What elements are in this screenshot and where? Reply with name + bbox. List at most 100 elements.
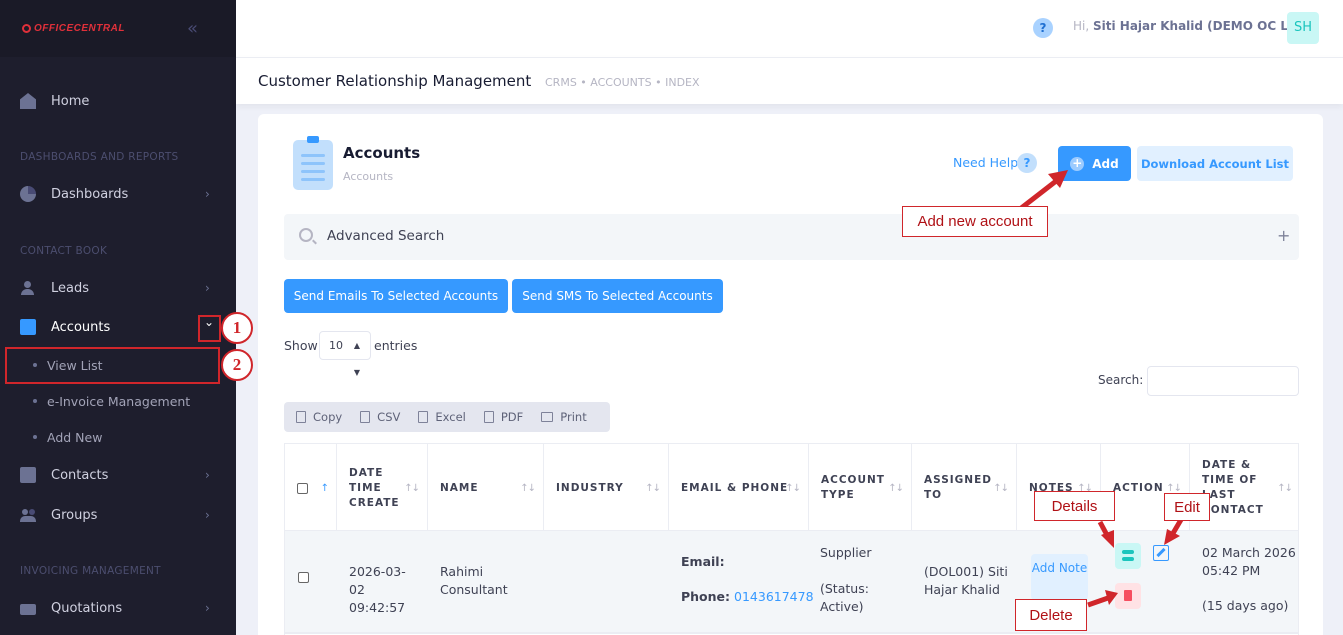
send-emails-button[interactable]: Send Emails To Selected Accounts <box>284 279 508 313</box>
sort-icon: ↑↓ <box>520 482 536 494</box>
sort-icon: ↑↓ <box>645 482 661 494</box>
header-industry[interactable]: INDUSTRY ↑↓ <box>544 444 669 532</box>
section-contact-heading: CONTACT BOOK <box>20 245 108 257</box>
group-icon <box>20 507 36 523</box>
sidebar-item-contacts[interactable]: Contacts › <box>0 457 236 493</box>
details-icon[interactable] <box>1115 543 1141 569</box>
sort-icon[interactable]: ↑ <box>321 481 329 496</box>
officecentral-logo[interactable]: OFFICECENTRAL <box>22 23 125 34</box>
file-icon <box>360 411 371 423</box>
send-sms-button[interactable]: Send SMS To Selected Accounts <box>512 279 723 313</box>
header-label: ACTION <box>1113 481 1164 494</box>
callout-text: Delete <box>1029 606 1073 624</box>
logo-text: OFFICECENTRAL <box>34 23 125 34</box>
phone-link[interactable]: 0143617478 <box>734 589 814 604</box>
sidebar-item-label: Contacts <box>51 467 109 483</box>
home-icon <box>20 93 36 109</box>
pdf-button[interactable]: PDF <box>483 410 523 424</box>
callout-text: Edit <box>1174 498 1200 516</box>
sort-icon: ↑↓ <box>993 482 1009 494</box>
sidebar-item-home[interactable]: Home <box>0 83 236 119</box>
user-greeting[interactable]: Hi, Siti Hajar Khalid (DEMO OC LITE) <box>1073 19 1314 33</box>
tool-label: Print <box>560 410 587 424</box>
header-label: ACCOUNT TYPE <box>821 474 885 501</box>
sidebar-item-leads[interactable]: Leads › <box>0 270 236 306</box>
need-help-link[interactable]: Need Help <box>953 155 1018 170</box>
sidebar-item-label: Home <box>51 93 90 109</box>
greeting-text: Hi, <box>1073 19 1090 33</box>
brand-bar: OFFICECENTRAL « <box>0 0 236 57</box>
bullet-icon <box>33 399 37 403</box>
pie-chart-icon <box>20 186 36 202</box>
section-dashboards-heading: DASHBOARDS AND REPORTS <box>20 151 179 163</box>
chevron-right-icon: › <box>205 281 210 295</box>
chevron-right-icon: › <box>205 468 210 482</box>
header-label: INDUSTRY <box>556 481 624 494</box>
header-label: DATE & TIME OF LAST CONTACT <box>1202 459 1264 516</box>
entries-label: entries <box>374 338 418 353</box>
header-email-phone[interactable]: EMAIL & PHONE ↑↓ <box>669 444 809 532</box>
search-label: Search: <box>1098 373 1144 387</box>
copy-icon <box>296 411 306 423</box>
sort-icon: ↑↓ <box>888 482 904 494</box>
row-phone: Phone: 0143617478 <box>681 588 814 606</box>
sort-icon: ↑↓ <box>785 482 801 494</box>
sidebar-subitem-label: Add New <box>47 429 103 445</box>
question-icon[interactable]: ? <box>1017 153 1037 173</box>
clipboard-icon <box>20 319 36 335</box>
excel-button[interactable]: Excel <box>418 410 466 424</box>
row-name: Rahimi Consultant <box>440 564 508 597</box>
callout-edit: Edit <box>1164 493 1210 521</box>
search-input[interactable] <box>1147 366 1299 396</box>
sidebar-subitem-add-new[interactable]: Add New <box>0 420 236 454</box>
tool-label: CSV <box>377 410 401 424</box>
add-note-button[interactable]: Add Note <box>1031 554 1088 600</box>
export-toolbar: Copy CSV Excel PDF Print <box>284 402 610 432</box>
download-account-list-button[interactable]: Download Account List <box>1137 146 1293 181</box>
chevron-right-icon: › <box>205 601 210 615</box>
select-all-checkbox[interactable] <box>297 482 308 494</box>
add-button[interactable]: + Add <box>1058 146 1131 181</box>
header-label: ASSIGNED TO <box>924 474 992 501</box>
delete-icon[interactable] <box>1115 583 1141 609</box>
row-checkbox[interactable] <box>298 572 309 583</box>
sort-icon: ↑↓ <box>1277 482 1293 494</box>
chevron-right-icon: › <box>205 508 210 522</box>
header-select-all[interactable]: ↑ <box>285 444 337 532</box>
row-email-label: Email: <box>681 554 725 569</box>
sidebar-subitem-einvoice[interactable]: e-Invoice Management <box>0 384 236 418</box>
money-icon <box>20 604 36 615</box>
sidebar-item-groups[interactable]: Groups › <box>0 497 236 533</box>
callout-details: Details <box>1034 491 1115 521</box>
card-subtitle: Accounts <box>343 170 394 183</box>
sidebar-item-label: Quotations <box>51 600 123 616</box>
edit-icon[interactable] <box>1153 545 1169 561</box>
table-row[interactable]: 2026-03-02 09:42:57 Rahimi Consultant Em… <box>284 531 1299 633</box>
header-date[interactable]: DATE TIME CREATE ↑↓ <box>337 444 428 532</box>
header-assigned-to[interactable]: ASSIGNED TO ↑↓ <box>912 444 1017 532</box>
sidebar-subitem-label: e-Invoice Management <box>47 393 191 409</box>
header-label: DATE TIME CREATE <box>349 466 400 509</box>
help-icon[interactable]: ? <box>1033 18 1053 38</box>
section-invoicing-heading: INVOICING MANAGEMENT <box>20 565 161 577</box>
copy-button[interactable]: Copy <box>296 410 342 424</box>
chevron-right-icon: › <box>205 187 210 201</box>
top-header: ? Hi, Siti Hajar Khalid (DEMO OC LITE) S… <box>236 0 1343 57</box>
callout-text: Add new account <box>917 213 1033 230</box>
advanced-search-toggle[interactable]: Advanced Search + <box>284 214 1299 260</box>
sidebar-item-dashboards[interactable]: Dashboards › <box>0 176 236 212</box>
double-chevron-left-icon[interactable]: « <box>187 18 198 39</box>
csv-button[interactable]: CSV <box>360 410 400 424</box>
header-name[interactable]: NAME ↑↓ <box>428 444 544 532</box>
pdf-file-icon <box>483 411 494 423</box>
row-status: (Status: Active) <box>820 581 869 614</box>
header-account-type[interactable]: ACCOUNT TYPE ↑↓ <box>809 444 912 532</box>
select-caret-icon: ▲ ▼ <box>353 341 360 377</box>
row-last-contact: 02 March 2026 05:42 PM <box>1202 545 1296 578</box>
row-account-type: Supplier <box>820 545 872 560</box>
callout-text: Details <box>1051 497 1098 515</box>
entries-select[interactable]: 10 ▲ ▼ <box>319 331 371 377</box>
avatar[interactable]: SH <box>1287 12 1319 44</box>
sidebar-item-quotations[interactable]: Quotations › <box>0 590 236 626</box>
print-button[interactable]: Print <box>541 410 587 424</box>
